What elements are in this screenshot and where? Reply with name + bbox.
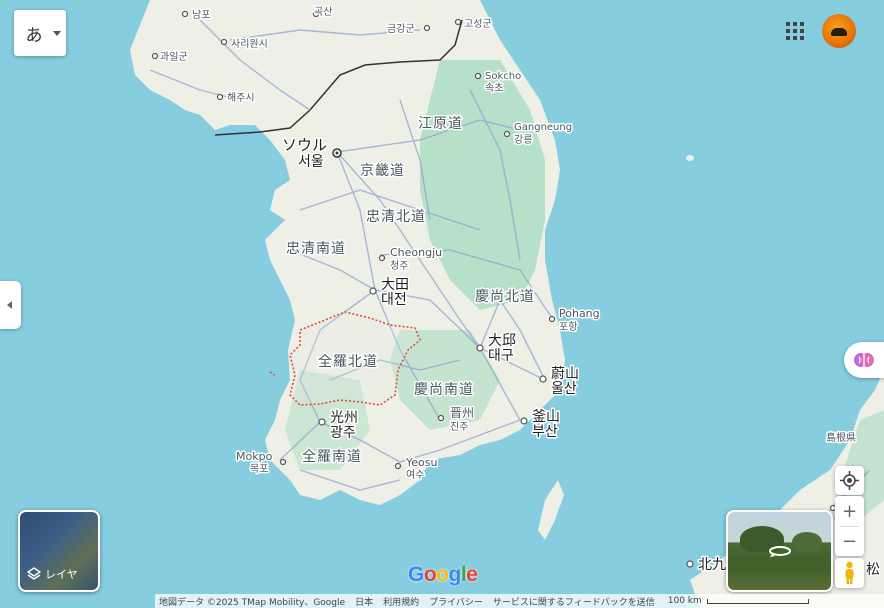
label-sariwon: 사리원시	[231, 38, 268, 50]
my-location-icon	[840, 471, 859, 490]
label-sokcho-en: Sokcho	[485, 71, 521, 82]
zoom-in-button[interactable]: +	[835, 497, 864, 526]
map-footer: 地図データ ©2025 TMap Mobility、Google 日本 利用規約…	[155, 594, 884, 608]
rotate-360-icon	[769, 546, 791, 557]
feedback-link[interactable]: サービスに関するフィードバックを送信	[493, 595, 655, 608]
gemini-brain-button[interactable]	[844, 342, 884, 378]
label-pohang-en: Pohang	[559, 307, 600, 320]
label-goseong: 고성군	[464, 18, 492, 30]
privacy-link[interactable]: プライバシー	[429, 595, 483, 608]
label-haeju: 해주시	[227, 91, 255, 104]
label-busan-ko: 부산	[532, 424, 558, 440]
collapse-side-panel-button[interactable]	[0, 281, 21, 329]
label-gyeongbuk: 慶尚北道	[475, 289, 535, 305]
label-gwangju-ko: 광주	[330, 425, 356, 441]
label-jeonbuk: 全羅北道	[318, 353, 378, 370]
label-gwail: 과일군	[160, 51, 188, 63]
label-gangneung-en: Gangneung	[514, 122, 572, 133]
map-data-attribution: 地図データ ©2025 TMap Mobility、Google	[159, 597, 346, 608]
layers-label-wrap: レイヤ	[27, 566, 78, 582]
label-gyeongnam: 慶尚南道	[414, 382, 474, 398]
layers-label: レイヤ	[45, 568, 78, 581]
country-link[interactable]: 日本	[355, 595, 373, 608]
brain-icon	[854, 353, 874, 367]
apps-grid-icon[interactable]	[786, 22, 804, 40]
label-mokpo-en: Mokpo	[236, 450, 273, 463]
label-matsu: 松	[866, 562, 880, 578]
label-chungnam: 忠清南道	[286, 241, 346, 257]
island-east	[686, 155, 694, 161]
pegman-button[interactable]	[835, 558, 864, 588]
label-ulsan-ko: 울산	[551, 381, 577, 397]
label-nampo: 남포	[192, 9, 210, 21]
dropdown-arrow-icon[interactable]	[53, 30, 61, 36]
scale-label[interactable]: 100 km	[668, 596, 702, 606]
label-seoul-ja: ソウル	[282, 136, 327, 154]
label-gangwon: 江原道	[418, 116, 463, 132]
seoul-capital-dot	[335, 151, 339, 155]
label-jinju-ja: 晋州	[450, 406, 474, 420]
label-daejeon-ja: 大田	[381, 277, 409, 293]
label-chungbuk: 忠清北道	[366, 209, 426, 225]
label-gangneung-ko: 강릉	[514, 134, 532, 146]
label-goksan: 곡산	[314, 6, 332, 18]
label-gyeonggi: 京畿道	[360, 163, 405, 179]
input-tools-button[interactable]: あ	[14, 10, 66, 56]
pegman-icon	[845, 561, 854, 584]
account-avatar[interactable]	[822, 14, 856, 48]
label-jeonnam: 全羅南道	[302, 448, 362, 465]
layers-icon	[27, 567, 41, 580]
street-view-preview[interactable]	[726, 510, 833, 592]
label-cheongju-en: Cheongju	[390, 246, 442, 259]
label-jinju-ko: 진주	[450, 421, 468, 433]
zoom-control: + −	[835, 496, 864, 556]
tree-shape-2	[792, 532, 822, 552]
label-gwangju-ja: 光州	[330, 410, 358, 426]
label-daegu-ja: 大邱	[488, 333, 516, 349]
input-tools-glyph: あ	[25, 25, 43, 46]
label-shimane: 島根県	[826, 431, 856, 444]
label-mokpo-ko: 목포	[250, 463, 268, 475]
label-seoul-ko: 서울	[298, 154, 324, 170]
label-sokcho-ko: 속초	[485, 82, 503, 94]
chevron-left-icon	[7, 301, 12, 309]
label-ulsan-ja: 蔚山	[551, 366, 579, 382]
google-logo: Google	[408, 563, 478, 586]
label-daegu-ko: 대구	[488, 348, 514, 364]
label-geumgang: 금강군	[387, 23, 415, 35]
my-location-button[interactable]	[835, 466, 864, 495]
label-yeosu-ko: 여수	[406, 469, 424, 481]
layers-button[interactable]: レイヤ	[18, 510, 100, 592]
label-cheongju-ko: 청주	[390, 260, 408, 272]
scale-bar	[706, 598, 809, 604]
label-yeosu-en: Yeosu	[405, 456, 437, 469]
label-pohang-ko: 포항	[559, 321, 577, 333]
terms-link[interactable]: 利用規約	[383, 595, 419, 608]
label-busan-ja: 釜山	[532, 409, 560, 425]
label-kitakyushu: 北九	[698, 557, 726, 573]
label-daejeon-ko: 대전	[381, 292, 407, 308]
zoom-out-button[interactable]: −	[835, 527, 864, 556]
